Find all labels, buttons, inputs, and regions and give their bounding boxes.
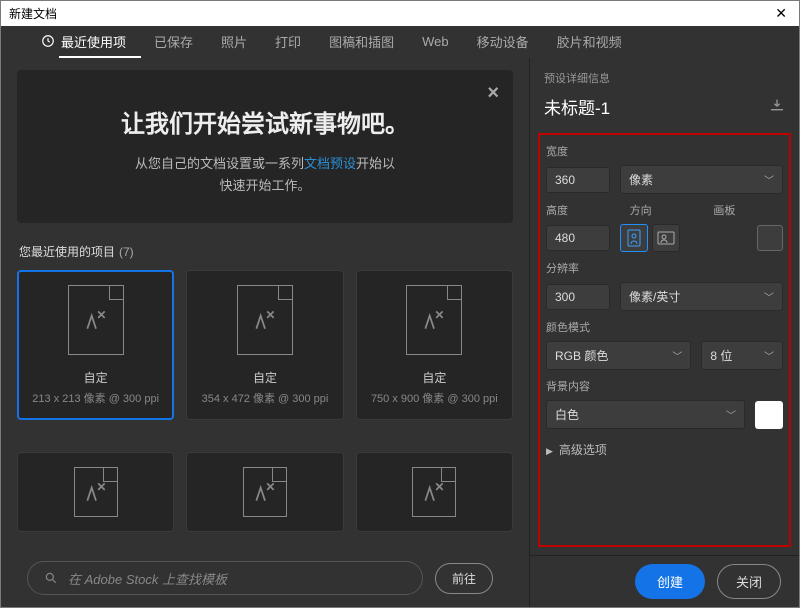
stock-search: 在 Adobe Stock 上查找模板 前往 <box>17 561 513 595</box>
recent-section-label: 您最近使用的项目(7) <box>19 243 513 260</box>
pencil-ruler-icon <box>421 479 447 505</box>
save-preset-icon[interactable] <box>769 98 785 115</box>
create-button[interactable]: 创建 <box>635 564 705 599</box>
pencil-ruler-icon <box>252 307 278 333</box>
tab-label: 照片 <box>221 32 247 51</box>
color-bits-select[interactable]: 8 位﹀ <box>701 341 783 370</box>
preset-settings-panel: 宽度 360 像素﹀ 高度 方向 画板 480 <box>538 133 791 547</box>
document-name[interactable]: 未标题-1 <box>544 94 610 119</box>
preset-dim: 354 x 472 像素 @ 300 ppi <box>202 390 329 406</box>
orientation-landscape-button[interactable] <box>652 224 680 252</box>
resolution-label: 分辨率 <box>546 260 783 276</box>
splash-panel: × 让我们开始尝试新事物吧。 从您自己的文档设置或一系列文档预设开始以 快速开始… <box>17 70 513 223</box>
tab-print[interactable]: 打印 <box>275 32 301 51</box>
height-label: 高度 <box>546 202 616 218</box>
chevron-down-icon: ﹀ <box>726 407 736 422</box>
preset-card[interactable]: 自定 354 x 472 像素 @ 300 ppi <box>186 270 343 420</box>
width-input[interactable]: 360 <box>546 167 610 193</box>
tab-mobile[interactable]: 移动设备 <box>477 32 529 51</box>
clock-icon <box>41 34 55 48</box>
width-label: 宽度 <box>546 143 783 159</box>
search-icon <box>44 571 58 585</box>
detail-header: 预设详细信息 <box>544 70 785 86</box>
stock-search-input[interactable]: 在 Adobe Stock 上查找模板 <box>27 561 423 595</box>
preset-grid: 自定 213 x 213 像素 @ 300 ppi 自定 354 x 472 像… <box>17 270 513 551</box>
tab-art[interactable]: 图稿和插图 <box>329 32 394 51</box>
artboard-checkbox[interactable] <box>757 225 783 251</box>
preset-thumb <box>406 285 462 355</box>
pencil-ruler-icon <box>421 307 447 333</box>
preset-card[interactable] <box>17 452 174 532</box>
artboard-label: 画板 <box>713 202 783 218</box>
tab-recent[interactable]: 最近使用项 <box>41 32 126 51</box>
orientation-label: 方向 <box>630 202 700 218</box>
pencil-ruler-icon <box>83 479 109 505</box>
orientation-portrait-button[interactable] <box>620 224 648 252</box>
splash-heading: 让我们开始尝试新事物吧。 <box>47 104 483 139</box>
resolution-input[interactable]: 300 <box>546 284 610 310</box>
resolution-unit-select[interactable]: 像素/英寸﹀ <box>620 282 783 311</box>
window-title: 新建文档 <box>9 5 57 22</box>
height-input[interactable]: 480 <box>546 225 610 251</box>
preset-card[interactable] <box>186 452 343 532</box>
titlebar: 新建文档 ✕ <box>1 1 799 26</box>
preset-card[interactable]: 自定 213 x 213 像素 @ 300 ppi <box>17 270 174 420</box>
close-button[interactable]: 关闭 <box>717 564 781 599</box>
preset-dim: 213 x 213 像素 @ 300 ppi <box>32 390 159 406</box>
tab-label: 胶片和视频 <box>557 32 622 51</box>
tab-label: Web <box>422 34 449 49</box>
width-unit-select[interactable]: 像素﹀ <box>620 165 783 194</box>
triangle-right-icon: ▶ <box>546 446 553 456</box>
preset-card[interactable]: 自定 750 x 900 像素 @ 300 ppi <box>356 270 513 420</box>
tab-label: 已保存 <box>154 32 193 51</box>
background-swatch[interactable] <box>755 401 783 429</box>
advanced-toggle[interactable]: ▶高级选项 <box>546 441 783 458</box>
tab-saved[interactable]: 已保存 <box>154 32 193 51</box>
tab-web[interactable]: Web <box>422 34 449 49</box>
tab-label: 图稿和插图 <box>329 32 394 51</box>
splash-text: 从您自己的文档设置或一系列文档预设开始以 快速开始工作。 <box>47 153 483 197</box>
chevron-down-icon: ﹀ <box>672 348 682 363</box>
preset-name: 自定 <box>84 369 108 386</box>
category-tabs: 最近使用项 已保存 照片 打印 图稿和插图 Web 移动设备 胶片和视频 <box>1 26 799 56</box>
search-placeholder: 在 Adobe Stock 上查找模板 <box>68 569 227 588</box>
preset-thumb <box>237 285 293 355</box>
pencil-ruler-icon <box>252 479 278 505</box>
tab-label: 打印 <box>275 32 301 51</box>
chevron-down-icon: ﹀ <box>764 348 774 363</box>
background-label: 背景内容 <box>546 378 783 394</box>
preset-name: 自定 <box>422 369 446 386</box>
color-mode-select[interactable]: RGB 颜色﹀ <box>546 341 691 370</box>
stock-go-button[interactable]: 前往 <box>435 563 493 594</box>
preset-dim: 750 x 900 像素 @ 300 ppi <box>371 390 498 406</box>
close-icon[interactable]: ✕ <box>771 5 791 22</box>
background-select[interactable]: 白色﹀ <box>546 400 745 429</box>
preset-name: 自定 <box>253 369 277 386</box>
preset-card[interactable] <box>356 452 513 532</box>
dialog-footer: 创建 关闭 <box>530 555 799 607</box>
tab-label: 最近使用项 <box>61 32 126 51</box>
doc-preset-link[interactable]: 文档预设 <box>304 156 356 171</box>
color-mode-label: 颜色模式 <box>546 319 783 335</box>
chevron-down-icon: ﹀ <box>764 172 774 187</box>
pencil-ruler-icon <box>83 307 109 333</box>
tab-label: 移动设备 <box>477 32 529 51</box>
chevron-down-icon: ﹀ <box>764 289 774 304</box>
preset-thumb <box>68 285 124 355</box>
tab-photo[interactable]: 照片 <box>221 32 247 51</box>
splash-close-icon[interactable]: × <box>487 82 499 105</box>
tab-film[interactable]: 胶片和视频 <box>557 32 622 51</box>
